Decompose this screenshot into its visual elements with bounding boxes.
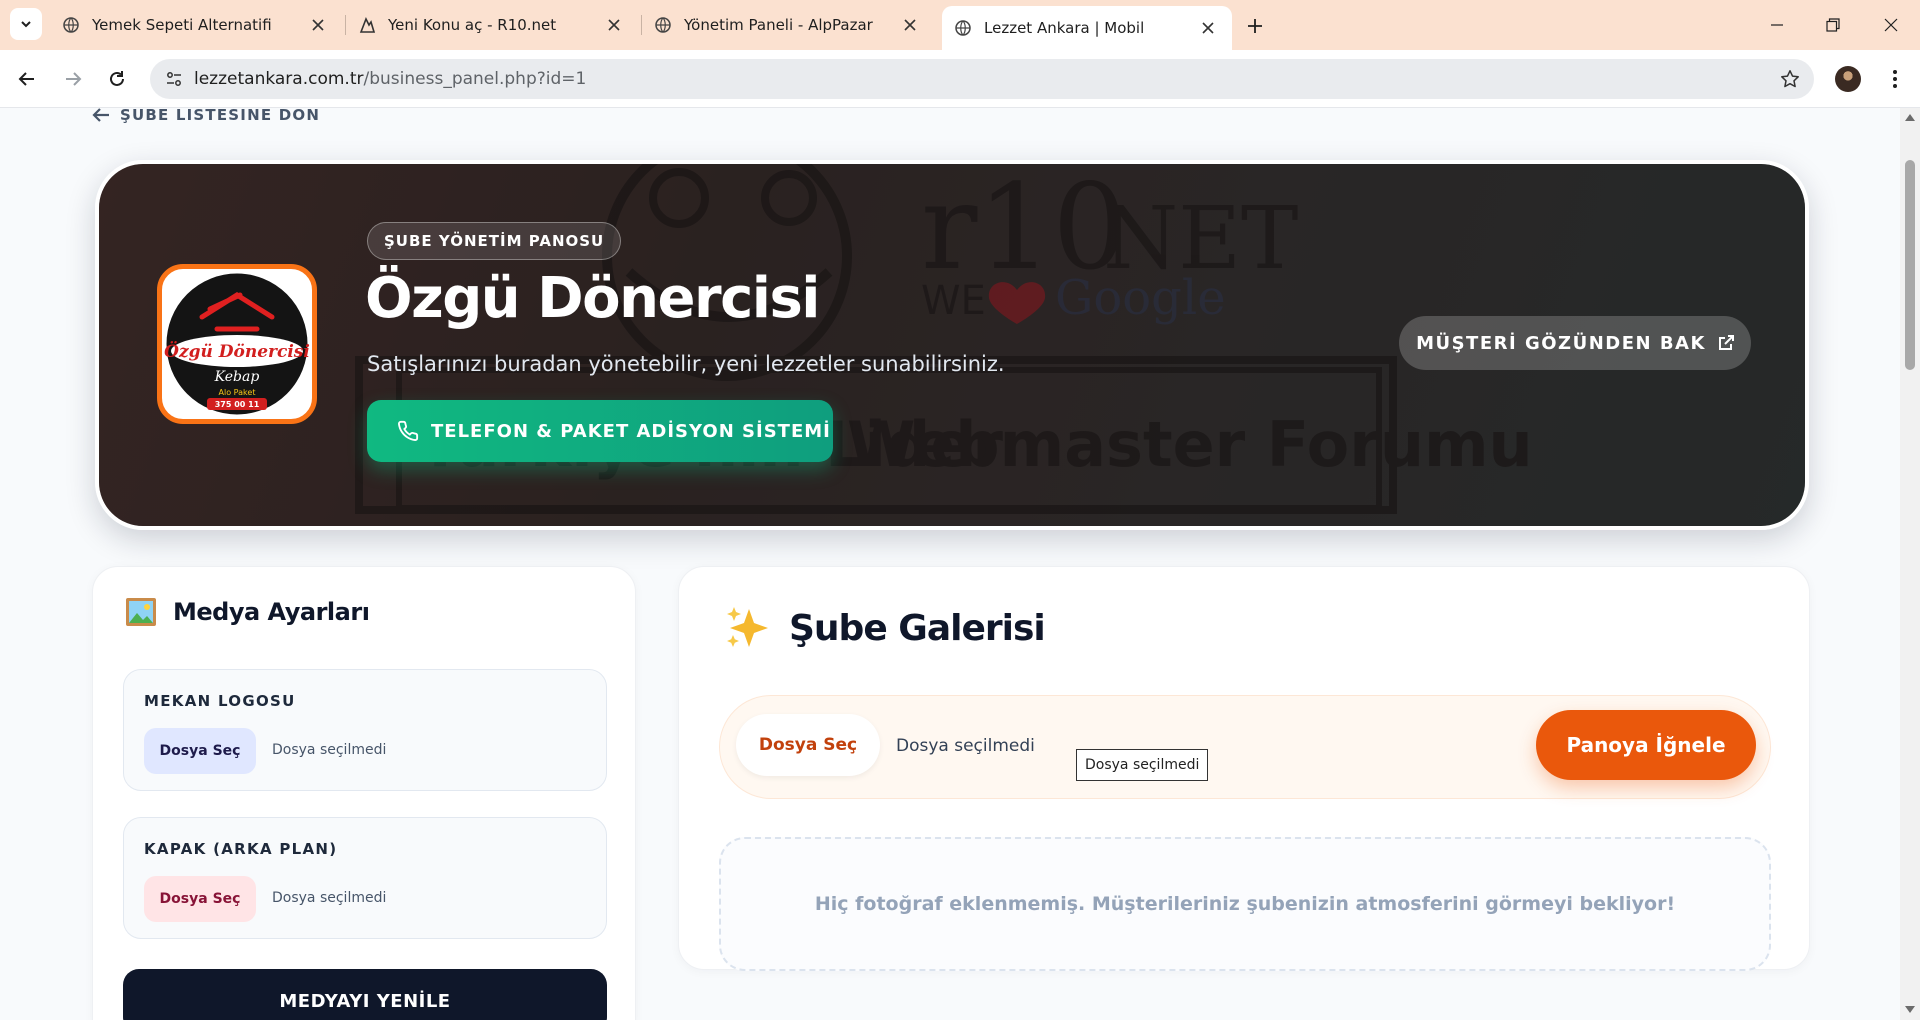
plus-icon	[1248, 19, 1262, 33]
customer-view-button[interactable]: MÜŞTERİ GÖZÜNDEN BAK	[1399, 316, 1751, 370]
panel-badge: ŞUBE YÖNETİM PANOSU	[367, 222, 622, 260]
tab-title: Yeni Konu aç - R10.net	[388, 16, 557, 34]
cover-file-button[interactable]: Dosya Seç	[144, 876, 256, 922]
cover-file-status: Dosya seçilmedi	[272, 890, 387, 906]
tab-r10[interactable]: Yeni Konu aç - R10.net	[346, 8, 638, 42]
restore-button[interactable]	[1818, 10, 1848, 40]
minimize-icon	[1771, 24, 1783, 26]
globe-icon	[654, 16, 672, 34]
refresh-media-button[interactable]: MEDYAYI YENİLE	[123, 969, 607, 1020]
close-icon[interactable]	[308, 15, 328, 35]
page-content: ŞUBE LİSTESİNE DÖN r10 NET WE Google Tür…	[0, 108, 1920, 1020]
arrow-right-icon	[66, 72, 82, 86]
branch-subtitle: Satışlarınızı buradan yönetebilir, yeni …	[367, 352, 1005, 376]
media-settings-title: Medya Ayarları	[173, 598, 370, 626]
back-button[interactable]	[10, 62, 44, 96]
gallery-file-button[interactable]: Dosya Seç	[736, 714, 880, 776]
tab-yemek-sepeti[interactable]: Yemek Sepeti Alternatifi	[50, 8, 342, 42]
logo-phone-text: 375 00 11	[215, 400, 260, 409]
logo-alo-paket-text: Alo Paket	[219, 388, 256, 397]
gallery-file-status: Dosya seçilmedi	[896, 736, 1035, 756]
branch-title: Özgü Dönercisi	[365, 266, 821, 331]
gallery-empty-state: Hiç fotoğraf eklenmemiş. Müşterileriniz …	[719, 837, 1771, 971]
file-input-tooltip: Dosya seçilmedi	[1076, 749, 1209, 781]
url-path: /business_panel.php?id=1	[363, 69, 587, 89]
logo-brand-text: Özgü Dönercisi	[164, 341, 310, 362]
scroll-up-arrow[interactable]	[1905, 114, 1915, 121]
chevron-down-icon	[21, 21, 31, 28]
reload-icon	[110, 71, 124, 86]
phone-order-system-label: TELEFON & PAKET ADİSYON SİSTEMİ	[431, 420, 831, 442]
phone-order-system-button[interactable]: TELEFON & PAKET ADİSYON SİSTEMİ	[367, 400, 833, 462]
url-host: lezzetankara.com.tr	[194, 69, 364, 89]
browser-menu-button[interactable]	[1880, 64, 1910, 94]
new-tab-button[interactable]	[1240, 11, 1270, 41]
cover-label: KAPAK (ARKA PLAN)	[144, 840, 338, 858]
scroll-thumb[interactable]	[1905, 160, 1915, 370]
more-vertical-icon	[1893, 70, 1897, 88]
sparkles-icon	[727, 607, 768, 647]
gallery-title: Şube Galerisi	[789, 607, 1046, 649]
bookmark-star-icon[interactable]	[1780, 69, 1800, 89]
cover-upload: KAPAK (ARKA PLAN) Dosya Seç Dosya seçilm…	[123, 817, 607, 939]
tab-alppazar[interactable]: Yönetim Paneli - AlpPazar	[642, 8, 934, 42]
tab-search-button[interactable]	[10, 8, 42, 40]
tab-lezzet-ankara[interactable]: Lezzet Ankara | Mobil	[942, 6, 1232, 50]
tab-strip: Yemek Sepeti Alternatifi Yeni Konu aç - …	[0, 0, 1920, 50]
media-settings-header: Medya Ayarları	[125, 597, 370, 627]
close-icon[interactable]	[604, 15, 624, 35]
pin-to-board-button[interactable]: Panoya İğnele	[1536, 710, 1756, 780]
logo-kebab-text: Kebap	[214, 369, 260, 385]
site-info-icon[interactable]	[154, 59, 194, 99]
tab-title: Yönetim Paneli - AlpPazar	[684, 16, 873, 34]
logo-file-status: Dosya seçilmedi	[272, 742, 387, 758]
venue-logo-upload: MEKAN LOGOSU Dosya Seç Dosya seçilmedi	[123, 669, 607, 791]
branch-logo-image: Özgü Dönercisi Kebap Alo Paket 375 00 11	[163, 270, 311, 418]
logo-file-button[interactable]: Dosya Seç	[144, 728, 256, 774]
media-settings-card: Medya Ayarları MEKAN LOGOSU Dosya Seç Do…	[92, 566, 636, 1020]
arrow-left-icon	[18, 72, 34, 86]
forward-button[interactable]	[56, 62, 90, 96]
scroll-down-arrow[interactable]	[1905, 1006, 1915, 1013]
arrow-left-icon	[92, 108, 109, 122]
page-scrollbar[interactable]	[1900, 108, 1920, 1020]
phone-icon	[398, 420, 419, 441]
back-to-branch-list-link[interactable]: ŞUBE LİSTESİNE DÖN	[92, 108, 320, 124]
url-text: lezzetankara.com.tr/business_panel.php?i…	[194, 69, 586, 89]
close-icon	[1884, 18, 1898, 32]
globe-icon	[62, 16, 80, 34]
branch-hero-banner: r10 NET WE Google Türkiye'nin Lider Webm…	[95, 160, 1809, 530]
tab-title: Lezzet Ankara | Mobil	[984, 19, 1145, 37]
back-link-label: ŞUBE LİSTESİNE DÖN	[120, 108, 321, 124]
branch-logo: Özgü Dönercisi Kebap Alo Paket 375 00 11	[157, 264, 317, 424]
picture-icon	[126, 598, 156, 626]
close-icon[interactable]	[1198, 18, 1218, 38]
globe-icon	[954, 19, 972, 37]
venue-logo-label: MEKAN LOGOSU	[144, 692, 296, 710]
branch-gallery-card: Şube Galerisi Dosya Seç Dosya seçilmedi …	[678, 566, 1810, 971]
profile-avatar[interactable]	[1835, 66, 1861, 92]
external-link-icon	[1718, 335, 1734, 350]
tab-title: Yemek Sepeti Alternatifi	[92, 16, 272, 34]
gallery-header: Şube Galerisi	[725, 605, 1046, 651]
close-icon[interactable]	[900, 15, 920, 35]
r10-icon	[358, 16, 376, 34]
customer-view-label: MÜŞTERİ GÖZÜNDEN BAK	[1416, 332, 1706, 354]
minimize-button[interactable]	[1762, 10, 1792, 40]
close-window-button[interactable]	[1876, 10, 1906, 40]
gallery-upload-row: Dosya Seç Dosya seçilmedi Dosya seçilmed…	[719, 695, 1771, 799]
browser-toolbar: lezzetankara.com.tr/business_panel.php?i…	[0, 50, 1920, 108]
reload-button[interactable]	[100, 62, 134, 96]
address-bar[interactable]: lezzetankara.com.tr/business_panel.php?i…	[150, 59, 1814, 99]
restore-icon	[1826, 18, 1840, 32]
